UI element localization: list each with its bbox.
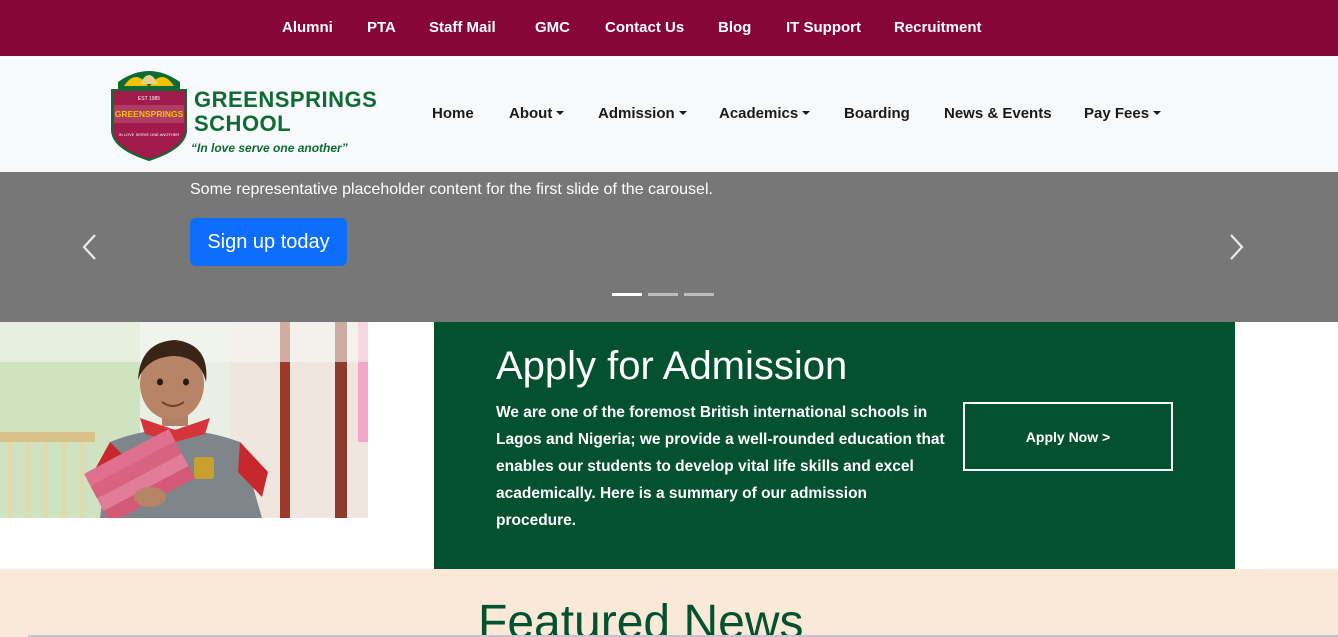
logo-name-line2: SCHOOL: [194, 111, 292, 136]
topbar-link-pta[interactable]: PTA: [367, 19, 396, 36]
topbar-link-alumni[interactable]: Alumni: [282, 19, 333, 36]
crest-motto-text: IN LOVE SERVE ONE ANOTHER: [119, 132, 180, 137]
chevron-right-icon[interactable]: [1226, 232, 1246, 262]
nav-home-label: Home: [432, 105, 474, 122]
apply-now-button[interactable]: Apply Now >: [963, 402, 1173, 471]
nav-academics-label: Academics: [719, 105, 799, 122]
logo-tagline: “In love serve one another”: [191, 141, 348, 155]
nav-about[interactable]: About: [509, 105, 565, 122]
topbar-link-gmc[interactable]: GMC: [535, 19, 570, 36]
nav-news-events[interactable]: News & Events: [944, 105, 1052, 122]
nav-admission[interactable]: Admission: [598, 105, 687, 122]
crest-name-text: GREENSPRINGS: [115, 109, 184, 119]
nav-boarding-label: Boarding: [844, 105, 910, 122]
nav-pay-fees-label: Pay Fees: [1084, 105, 1150, 122]
carousel-indicator-3[interactable]: [684, 293, 714, 296]
nav-news-events-label: News & Events: [944, 105, 1052, 122]
topbar-link-contact-us[interactable]: Contact Us: [605, 19, 684, 36]
nav-academics[interactable]: Academics: [719, 105, 811, 122]
top-utility-bar: Alumni PTA Staff Mail GMC Contact Us Blo…: [0, 0, 1338, 56]
school-crest-icon: EST 1985 GREENSPRINGS IN LOVE SERVE ONE …: [111, 71, 187, 162]
apply-description: We are one of the foremost British inter…: [496, 404, 945, 529]
caret-down-icon: [1153, 111, 1162, 115]
topbar-link-it-support[interactable]: IT Support: [786, 19, 861, 36]
caret-down-icon: [678, 111, 687, 115]
crest-est-text: EST 1985: [138, 96, 160, 102]
school-logo[interactable]: EST 1985 GREENSPRINGS IN LOVE SERVE ONE …: [110, 64, 405, 162]
topbar-link-recruitment[interactable]: Recruitment: [894, 19, 982, 36]
carousel-caption: Some representative placeholder content …: [190, 181, 713, 198]
logo-name-line1: GREENSPRINGS: [194, 87, 378, 112]
nav-about-label: About: [509, 105, 553, 122]
caret-down-icon: [556, 111, 565, 115]
nav-home[interactable]: Home: [432, 105, 474, 122]
carousel-indicator-1[interactable]: [612, 293, 642, 296]
featured-news-section: Featured News: [0, 569, 1338, 637]
chevron-left-icon[interactable]: [80, 232, 100, 262]
featured-news-title: Featured News: [478, 596, 804, 637]
nav-boarding[interactable]: Boarding: [844, 105, 910, 122]
carousel-indicator-2[interactable]: [648, 293, 678, 296]
apply-title: Apply for Admission: [496, 344, 848, 388]
sign-up-button[interactable]: Sign up today: [190, 218, 347, 266]
student-with-books-image: [0, 322, 368, 518]
student-photo: [0, 322, 368, 518]
topbar-link-staff-mail[interactable]: Staff Mail: [429, 19, 496, 36]
apply-admission-section: Apply for Admission We are one of the fo…: [434, 322, 1235, 569]
caret-down-icon: [802, 111, 811, 115]
nav-pay-fees[interactable]: Pay Fees: [1084, 105, 1162, 122]
hero-carousel: Some representative placeholder content …: [0, 172, 1338, 322]
nav-admission-label: Admission: [598, 105, 675, 122]
topbar-link-blog[interactable]: Blog: [718, 19, 751, 36]
